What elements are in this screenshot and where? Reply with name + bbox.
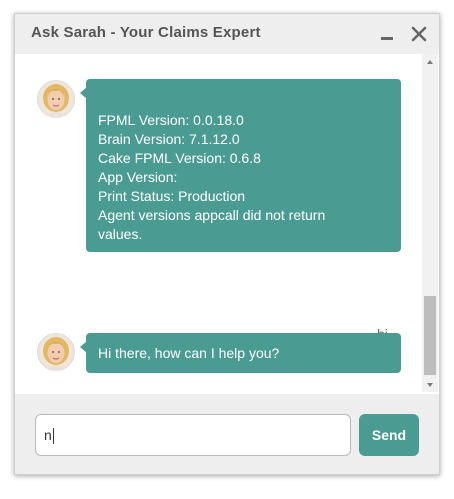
title-bar: Ask Sarah - Your Claims Expert <box>15 14 439 54</box>
close-icon[interactable] <box>408 21 430 45</box>
message-line: values. <box>98 226 143 242</box>
message-line: Hi there, how can I help you? <box>98 345 280 361</box>
agent-avatar <box>37 80 75 118</box>
scroll-down-arrow-icon[interactable] <box>422 378 438 392</box>
message-composer: n Send <box>15 394 439 474</box>
message-input[interactable]: n <box>35 414 351 456</box>
scroll-thumb[interactable] <box>424 296 436 375</box>
chat-scrollbar[interactable] <box>422 54 438 392</box>
agent-message-bubble: FPML Version: 0.0.18.0 Brain Version: 7.… <box>80 79 401 252</box>
agent-avatar <box>37 333 75 371</box>
message-line: Brain Version: 7.1.12.0 <box>98 131 240 147</box>
scroll-up-arrow-icon[interactable] <box>422 56 438 70</box>
text-caret <box>52 428 54 445</box>
message-line: Cake FPML Version: 0.6.8 <box>98 150 261 166</box>
chat-history[interactable]: FPML Version: 0.0.18.0 Brain Version: 7.… <box>15 54 439 394</box>
message-line: Print Status: Production <box>98 188 246 204</box>
message-line: FPML Version: 0.0.18.0 <box>98 112 244 128</box>
message-line: App Version: <box>98 169 178 185</box>
message-line: Agent versions appcall did not return <box>98 207 326 223</box>
agent-message-bubble: Hi there, how can I help you? <box>80 333 401 373</box>
message-input-value: n <box>44 427 52 443</box>
window-title: Ask Sarah - Your Claims Expert <box>31 24 261 41</box>
minimize-icon[interactable] <box>376 21 398 45</box>
message-line <box>98 92 389 111</box>
chat-window: Ask Sarah - Your Claims Expert FPML Vers… <box>14 13 440 475</box>
send-button[interactable]: Send <box>359 414 419 456</box>
